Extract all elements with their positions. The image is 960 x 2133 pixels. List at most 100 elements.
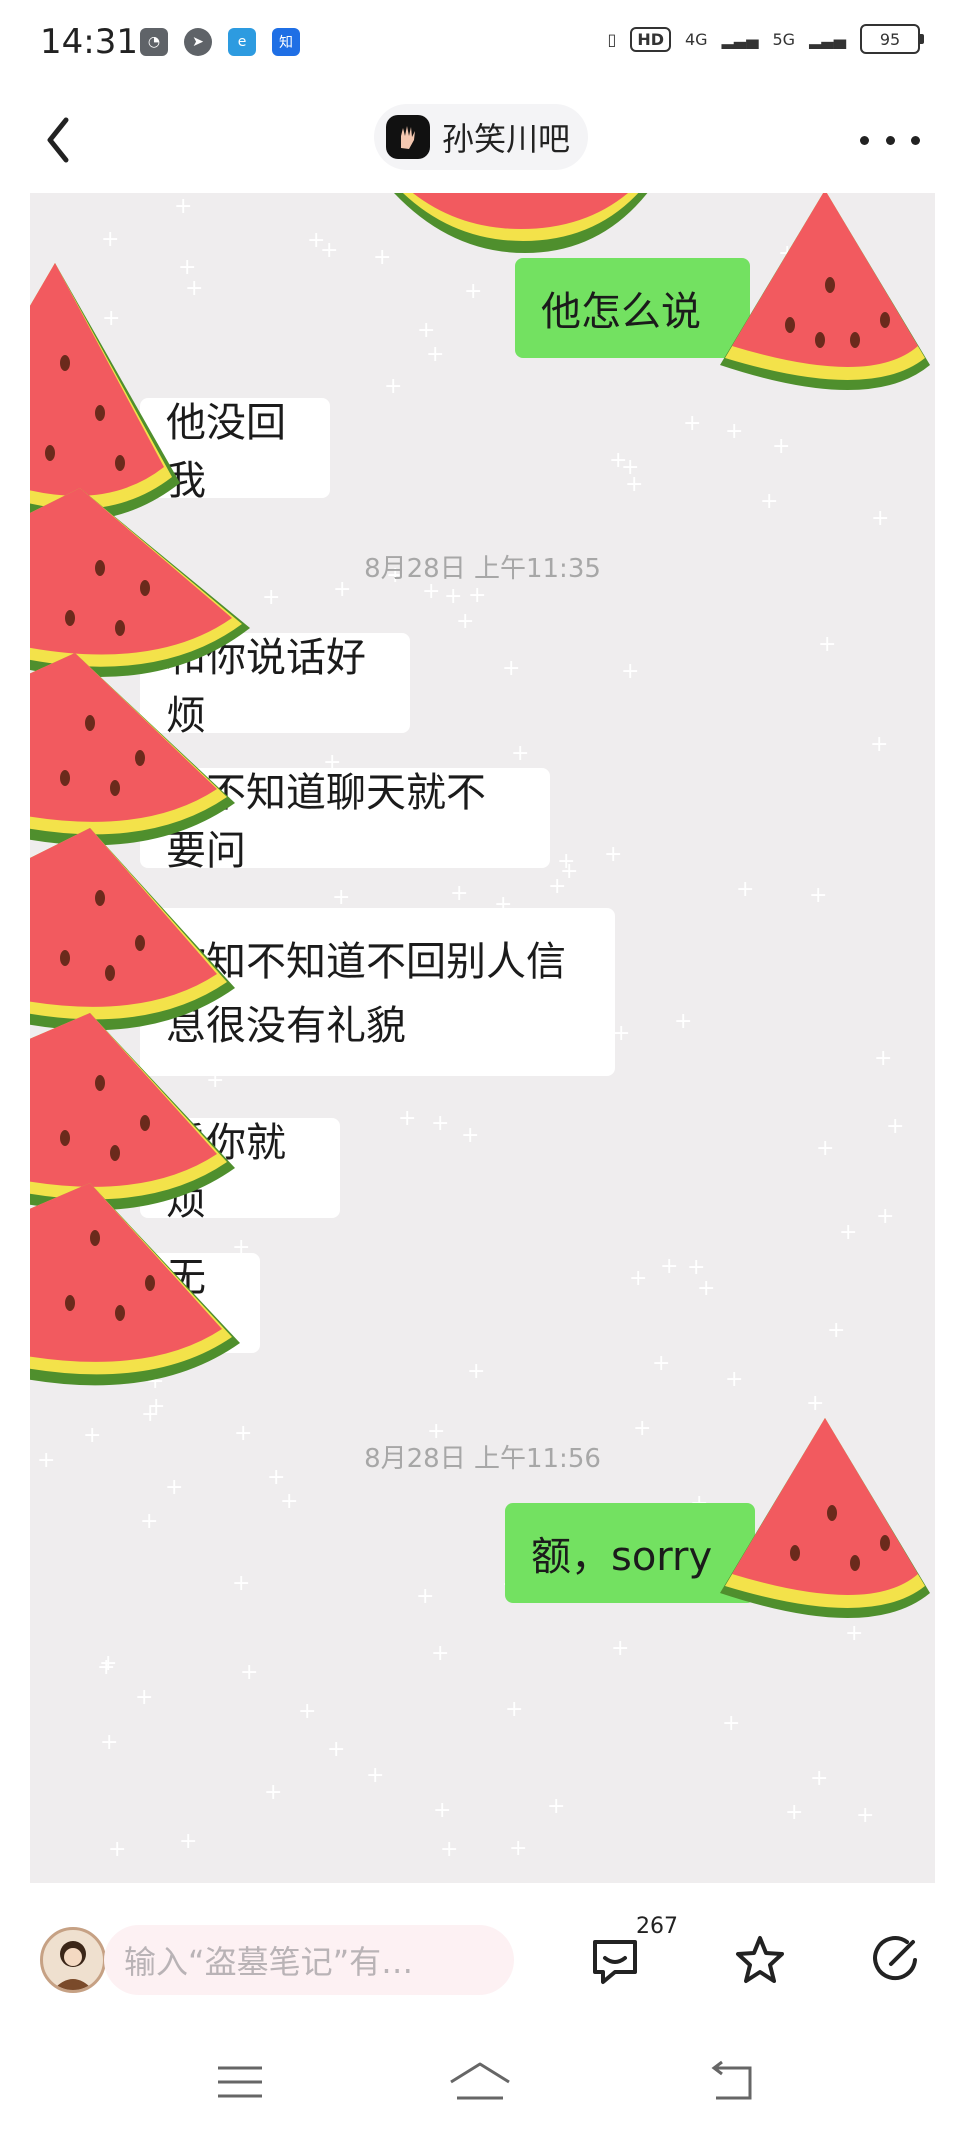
sparkle-decoration: + (178, 255, 197, 280)
comment-button[interactable] (585, 1930, 645, 1990)
sparkle-decoration: + (461, 1123, 480, 1148)
sparkle-decoration: + (870, 732, 889, 757)
app-icon: e (228, 28, 256, 56)
star-icon (736, 1936, 784, 1983)
sparkle-decoration: + (722, 1711, 741, 1736)
sparkle-decoration: + (816, 1136, 835, 1161)
vibrate-icon: ▯ (607, 29, 617, 49)
sparkle-decoration: + (687, 1255, 706, 1280)
sparkle-decoration: + (280, 1489, 299, 1514)
network-5g: 5G (772, 29, 796, 49)
top-nav-bar: 孙笑川吧 (0, 90, 960, 190)
message-bubble-out: 额，sorry (505, 1503, 755, 1603)
sparkle-decoration: + (240, 1660, 259, 1685)
signal-icon-2: ▂▃▄ (809, 29, 846, 49)
sparkle-decoration: + (629, 1266, 648, 1291)
battery-level: 95 (879, 29, 901, 49)
comment-icon (593, 1940, 637, 1984)
sparkle-decoration: + (871, 506, 890, 531)
sparkle-decoration: + (262, 585, 281, 610)
sparkle-decoration: + (440, 1837, 459, 1862)
sparkle-decoration: + (97, 1655, 116, 1680)
sparkle-decoration: + (856, 1803, 875, 1828)
sparkle-decoration: + (683, 411, 702, 436)
sparkle-decoration: + (298, 1699, 317, 1724)
sparkle-decoration: + (839, 1220, 858, 1245)
sparkle-decoration: + (264, 1780, 283, 1805)
sparkle-decoration: + (165, 1475, 184, 1500)
chat-screenshot: + + + + + + + + + + + + + + + + + + + + + + + + + + + + + + + + + + + + + + + +… (30, 193, 935, 1883)
sparkle-decoration: + (320, 238, 339, 263)
sparkle-decoration: + (108, 1837, 127, 1862)
sparkle-decoration: + (464, 279, 483, 304)
sparkle-decoration: + (431, 1111, 450, 1136)
hd-badge: HD (630, 26, 671, 52)
compass-icon: ➤ (184, 28, 212, 56)
sparkle-decoration: + (101, 227, 120, 252)
watermelon-sticker (394, 193, 648, 253)
sparkle-decoration: + (426, 342, 445, 367)
forum-title: 孙笑川吧 (442, 120, 571, 158)
favorite-button[interactable] (730, 1930, 790, 1990)
menu-button[interactable] (210, 2058, 270, 2108)
sparkle-decoration: + (433, 1798, 452, 1823)
watermelon-sticker (30, 828, 235, 1031)
sparkle-decoration: + (876, 1204, 895, 1229)
sparkle-decoration: + (398, 1106, 417, 1131)
sparkle-decoration: + (509, 1836, 528, 1861)
sparkle-decoration: + (467, 1359, 486, 1384)
sparkle-decoration: + (760, 489, 779, 514)
user-avatar[interactable] (40, 1927, 106, 1993)
sparkle-decoration: + (416, 1584, 435, 1609)
sparkle-decoration: + (431, 1641, 450, 1666)
system-back-button[interactable] (700, 2058, 760, 2108)
sparkle-decoration: + (505, 1697, 524, 1722)
more-dots-icon (860, 135, 869, 145)
sparkle-decoration: + (444, 584, 463, 609)
message-bubble-out: 他怎么说 (515, 258, 750, 358)
sparkle-decoration: + (625, 472, 644, 497)
back-icon (711, 2060, 752, 2100)
sparkle-decoration: + (100, 1730, 119, 1755)
battery-icon: 95 (860, 24, 924, 54)
sparkle-decoration: + (417, 318, 436, 343)
reply-input-placeholder: 输入“盗墓笔记”有… (124, 1943, 414, 1981)
zhihu-icon: 知 (272, 28, 300, 56)
message-text: 额，sorry (531, 1534, 713, 1580)
sparkle-decoration: + (174, 194, 193, 219)
sparkle-decoration: + (725, 1367, 744, 1392)
back-button[interactable] (38, 110, 98, 170)
watermelon-sticker (30, 1183, 240, 1386)
sparkle-decoration: + (135, 1685, 154, 1710)
sparkle-decoration: + (604, 842, 623, 867)
sparkle-decoration: + (327, 1737, 346, 1762)
notification-icons: ◔ ➤ e 知 (140, 28, 300, 56)
reply-input[interactable]: 输入“盗墓笔记”有… (104, 1925, 514, 1995)
share-button[interactable] (865, 1930, 925, 1990)
comment-count-badge: 267 (636, 1914, 678, 1939)
sparkle-decoration: + (609, 448, 628, 473)
signal-icon: ▂▃▄ (721, 29, 759, 49)
sparkle-decoration: + (809, 883, 828, 908)
status-time: 14:31 (40, 22, 138, 62)
status-right: ▯ HD 4G ▂▃▄ 5G ▂▃▄ 95 (607, 24, 924, 54)
sparkle-decoration: + (652, 1351, 671, 1376)
bottom-action-bar: 输入“盗墓笔记”有… 267 (0, 1890, 960, 2040)
home-icon (450, 2062, 510, 2100)
sparkle-decoration: + (332, 885, 351, 910)
sparkle-decoration: + (456, 609, 475, 634)
menu-icon (218, 2066, 262, 2098)
sparkle-decoration: + (450, 881, 469, 906)
sparkle-decoration: + (785, 1800, 804, 1825)
forum-title-button[interactable]: 孙笑川吧 (374, 104, 589, 170)
sparkle-decoration: + (810, 1766, 829, 1791)
watermelon-sticker (30, 653, 235, 846)
sparkle-decoration: + (140, 1509, 159, 1534)
home-button[interactable] (445, 2058, 515, 2108)
sparkle-decoration: + (736, 877, 755, 902)
status-bar: 14:31 ◔ ➤ e 知 ▯ HD 4G ▂▃▄ 5G ▂▃▄ 95 (0, 0, 960, 90)
more-button[interactable] (860, 120, 920, 160)
sparkle-decoration: + (384, 374, 403, 399)
wechat-icon: ◔ (140, 28, 168, 56)
sparkle-decoration: + (818, 632, 837, 657)
